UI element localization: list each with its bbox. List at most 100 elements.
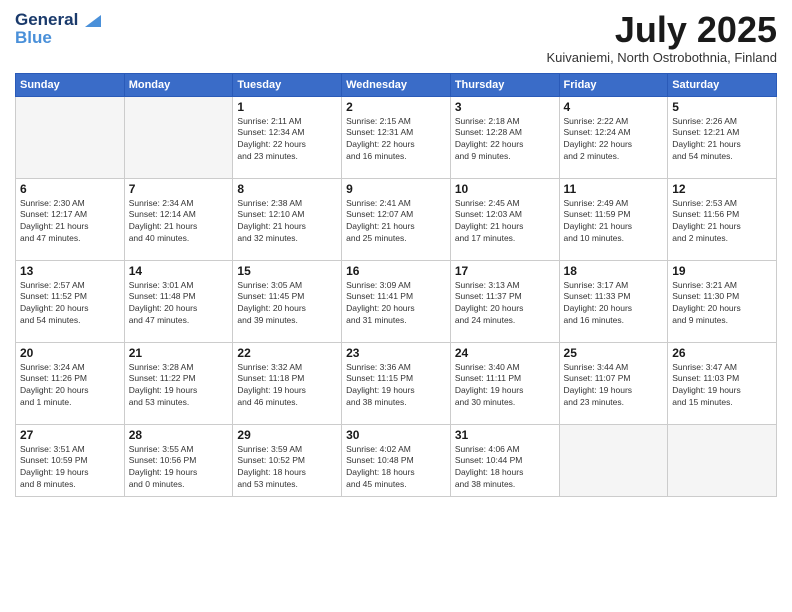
day-number: 7 xyxy=(129,182,229,196)
day-info: Sunrise: 3:17 AM Sunset: 11:33 PM Daylig… xyxy=(564,280,664,328)
calendar-cell: 21Sunrise: 3:28 AM Sunset: 11:22 PM Dayl… xyxy=(124,342,233,424)
day-info: Sunrise: 4:02 AM Sunset: 10:48 PM Daylig… xyxy=(346,444,446,492)
week-row-4: 20Sunrise: 3:24 AM Sunset: 11:26 PM Dayl… xyxy=(16,342,777,424)
day-info: Sunrise: 2:57 AM Sunset: 11:52 PM Daylig… xyxy=(20,280,120,328)
calendar-cell: 26Sunrise: 3:47 AM Sunset: 11:03 PM Dayl… xyxy=(668,342,777,424)
calendar-cell: 9Sunrise: 2:41 AM Sunset: 12:07 AM Dayli… xyxy=(342,178,451,260)
calendar-cell: 6 Sunrise: 2:30 AM Sunset: 12:17 AM Dayli… xyxy=(16,178,125,260)
day-info: Sunrise: 2:45 AM Sunset: 12:03 AM Daylig… xyxy=(455,198,555,246)
weekday-header-monday: Monday xyxy=(124,73,233,96)
calendar-cell: 13 Sunrise: 2:57 AM Sunset: 11:52 PM Dayl… xyxy=(16,260,125,342)
day-number: 4 xyxy=(564,100,664,114)
logo-general: General xyxy=(15,10,101,30)
day-info: Sunrise: 2:49 AM Sunset: 11:59 PM Daylig… xyxy=(564,198,664,246)
day-number: 23 xyxy=(346,346,446,360)
day-info: Sunrise: 3:59 AM Sunset: 10:52 PM Daylig… xyxy=(237,444,337,492)
weekday-header-friday: Friday xyxy=(559,73,668,96)
calendar-cell: 23 Sunrise: 3:36 AM Sunset: 11:15 PM Dayl… xyxy=(342,342,451,424)
calendar-cell xyxy=(124,96,233,178)
day-number: 24 xyxy=(455,346,555,360)
day-number: 27 xyxy=(20,428,120,442)
day-info: Sunrise: 2:30 AM Sunset: 12:17 AM Daylig… xyxy=(20,198,120,246)
calendar-cell: 4Sunrise: 2:22 AM Sunset: 12:24 AM Dayli… xyxy=(559,96,668,178)
location: Kuivaniemi, North Ostrobothnia, Finland xyxy=(546,50,777,65)
day-number: 22 xyxy=(237,346,337,360)
day-info: Sunrise: 3:13 AM Sunset: 11:37 PM Daylig… xyxy=(455,280,555,328)
day-number: 26 xyxy=(672,346,772,360)
calendar-cell: 1 Sunrise: 2:11 AM Sunset: 12:34 AM Dayli… xyxy=(233,96,342,178)
calendar-cell: 10 Sunrise: 2:45 AM Sunset: 12:03 AM Dayl… xyxy=(450,178,559,260)
calendar-cell: 30Sunrise: 4:02 AM Sunset: 10:48 PM Dayl… xyxy=(342,424,451,496)
day-number: 17 xyxy=(455,264,555,278)
day-number: 13 xyxy=(20,264,120,278)
calendar-cell: 19Sunrise: 3:21 AM Sunset: 11:30 PM Dayl… xyxy=(668,260,777,342)
calendar-cell: 27Sunrise: 3:51 AM Sunset: 10:59 PM Dayl… xyxy=(16,424,125,496)
calendar-cell: 3Sunrise: 2:18 AM Sunset: 12:28 AM Dayli… xyxy=(450,96,559,178)
day-info: Sunrise: 2:38 AM Sunset: 12:10 AM Daylig… xyxy=(237,198,337,246)
calendar-cell: 5 Sunrise: 2:26 AM Sunset: 12:21 AM Dayli… xyxy=(668,96,777,178)
page: General Blue July 2025 Kuivaniemi, North… xyxy=(0,0,792,612)
calendar-cell: 12 Sunrise: 2:53 AM Sunset: 11:56 PM Dayl… xyxy=(668,178,777,260)
calendar-cell: 16Sunrise: 3:09 AM Sunset: 11:41 PM Dayl… xyxy=(342,260,451,342)
week-row-3: 13 Sunrise: 2:57 AM Sunset: 11:52 PM Dayl… xyxy=(16,260,777,342)
logo-text: General Blue xyxy=(15,10,101,47)
day-number: 2 xyxy=(346,100,446,114)
calendar-cell: 28 Sunrise: 3:55 AM Sunset: 10:56 PM Dayl… xyxy=(124,424,233,496)
day-info: Sunrise: 2:53 AM Sunset: 11:56 PM Daylig… xyxy=(672,198,772,246)
day-number: 8 xyxy=(237,182,337,196)
day-info: Sunrise: 3:09 AM Sunset: 11:41 PM Daylig… xyxy=(346,280,446,328)
weekday-header-sunday: Sunday xyxy=(16,73,125,96)
calendar-cell: 15 Sunrise: 3:05 AM Sunset: 11:45 PM Dayl… xyxy=(233,260,342,342)
calendar-cell: 8 Sunrise: 2:38 AM Sunset: 12:10 AM Dayli… xyxy=(233,178,342,260)
day-number: 10 xyxy=(455,182,555,196)
calendar-cell: 2 Sunrise: 2:15 AM Sunset: 12:31 AM Dayli… xyxy=(342,96,451,178)
day-number: 11 xyxy=(564,182,664,196)
weekday-header-saturday: Saturday xyxy=(668,73,777,96)
day-number: 18 xyxy=(564,264,664,278)
calendar-cell: 7 Sunrise: 2:34 AM Sunset: 12:14 AM Dayli… xyxy=(124,178,233,260)
calendar-cell: 31Sunrise: 4:06 AM Sunset: 10:44 PM Dayl… xyxy=(450,424,559,496)
calendar-cell: 14Sunrise: 3:01 AM Sunset: 11:48 PM Dayl… xyxy=(124,260,233,342)
day-info: Sunrise: 3:55 AM Sunset: 10:56 PM Daylig… xyxy=(129,444,229,492)
day-number: 15 xyxy=(237,264,337,278)
calendar-cell: 11 Sunrise: 2:49 AM Sunset: 11:59 PM Dayl… xyxy=(559,178,668,260)
calendar-cell xyxy=(16,96,125,178)
calendar-cell: 29 Sunrise: 3:59 AM Sunset: 10:52 PM Dayl… xyxy=(233,424,342,496)
day-number: 28 xyxy=(129,428,229,442)
weekday-header-row: SundayMondayTuesdayWednesdayThursdayFrid… xyxy=(16,73,777,96)
calendar-cell: 25 Sunrise: 3:44 AM Sunset: 11:07 PM Dayl… xyxy=(559,342,668,424)
day-info: Sunrise: 3:01 AM Sunset: 11:48 PM Daylig… xyxy=(129,280,229,328)
logo: General Blue xyxy=(15,10,101,47)
day-info: Sunrise: 2:26 AM Sunset: 12:21 AM Daylig… xyxy=(672,116,772,164)
day-info: Sunrise: 3:40 AM Sunset: 11:11 PM Daylig… xyxy=(455,362,555,410)
day-number: 5 xyxy=(672,100,772,114)
day-info: Sunrise: 3:24 AM Sunset: 11:26 PM Daylig… xyxy=(20,362,120,410)
day-info: Sunrise: 3:21 AM Sunset: 11:30 PM Daylig… xyxy=(672,280,772,328)
day-number: 1 xyxy=(237,100,337,114)
calendar-cell: 22Sunrise: 3:32 AM Sunset: 11:18 PM Dayl… xyxy=(233,342,342,424)
day-number: 12 xyxy=(672,182,772,196)
week-row-1: 1 Sunrise: 2:11 AM Sunset: 12:34 AM Dayli… xyxy=(16,96,777,178)
month-title: July 2025 xyxy=(546,10,777,50)
day-number: 29 xyxy=(237,428,337,442)
calendar-cell: 20Sunrise: 3:24 AM Sunset: 11:26 PM Dayl… xyxy=(16,342,125,424)
logo-blue: Blue xyxy=(15,28,101,48)
day-info: Sunrise: 2:11 AM Sunset: 12:34 AM Daylig… xyxy=(237,116,337,164)
day-number: 6 xyxy=(20,182,120,196)
week-row-5: 27Sunrise: 3:51 AM Sunset: 10:59 PM Dayl… xyxy=(16,424,777,496)
header: General Blue July 2025 Kuivaniemi, North… xyxy=(15,10,777,65)
logo-triangle-icon xyxy=(85,15,101,27)
day-info: Sunrise: 3:44 AM Sunset: 11:07 PM Daylig… xyxy=(564,362,664,410)
day-info: Sunrise: 2:18 AM Sunset: 12:28 AM Daylig… xyxy=(455,116,555,164)
day-info: Sunrise: 3:28 AM Sunset: 11:22 PM Daylig… xyxy=(129,362,229,410)
day-info: Sunrise: 3:05 AM Sunset: 11:45 PM Daylig… xyxy=(237,280,337,328)
day-info: Sunrise: 2:34 AM Sunset: 12:14 AM Daylig… xyxy=(129,198,229,246)
calendar-cell: 24 Sunrise: 3:40 AM Sunset: 11:11 PM Dayl… xyxy=(450,342,559,424)
calendar-cell: 18 Sunrise: 3:17 AM Sunset: 11:33 PM Dayl… xyxy=(559,260,668,342)
weekday-header-wednesday: Wednesday xyxy=(342,73,451,96)
day-info: Sunrise: 3:36 AM Sunset: 11:15 PM Daylig… xyxy=(346,362,446,410)
title-block: July 2025 Kuivaniemi, North Ostrobothnia… xyxy=(546,10,777,65)
day-number: 25 xyxy=(564,346,664,360)
day-info: Sunrise: 2:15 AM Sunset: 12:31 AM Daylig… xyxy=(346,116,446,164)
week-row-2: 6 Sunrise: 2:30 AM Sunset: 12:17 AM Dayli… xyxy=(16,178,777,260)
